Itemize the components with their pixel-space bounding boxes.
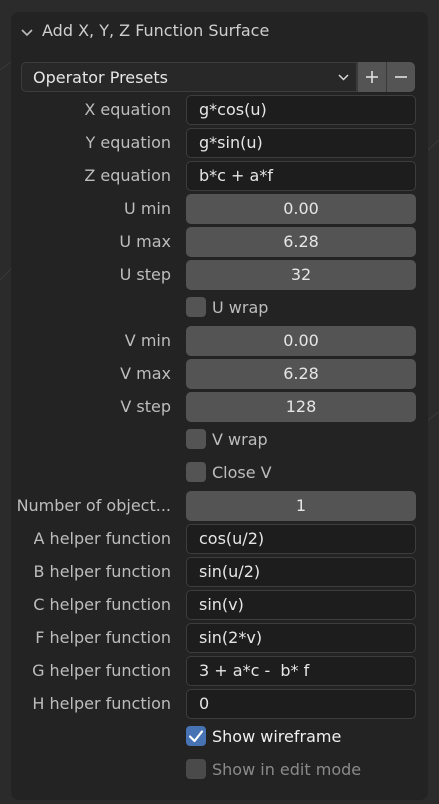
minus-icon <box>395 76 407 78</box>
g-helper-row: G helper function 3 + a*c - b* f <box>11 656 428 686</box>
redo-last-panel: Add X, Y, Z Function Surface Operator Pr… <box>11 12 428 800</box>
f-helper-input[interactable]: sin(2*v) <box>186 623 416 653</box>
v-max-label: V max <box>120 364 171 383</box>
v-step-field[interactable]: 128 <box>186 392 416 422</box>
v-step-label: V step <box>120 397 171 416</box>
remove-preset-button[interactable] <box>386 62 415 92</box>
v-min-field[interactable]: 0.00 <box>186 326 416 356</box>
v-min-label: V min <box>124 331 171 350</box>
u-step-label: U step <box>119 265 171 284</box>
b-helper-label: B helper function <box>33 562 171 581</box>
z-equation-label: Z equation <box>84 166 171 185</box>
operator-presets-label: Operator Presets <box>33 67 168 87</box>
u-min-label: U min <box>124 199 171 218</box>
u-max-field[interactable]: 6.28 <box>186 227 416 257</box>
g-helper-label: G helper function <box>32 661 171 680</box>
v-step-row: V step 128 <box>11 392 428 422</box>
add-preset-button[interactable] <box>357 62 386 92</box>
close-v-checkbox-row[interactable]: Close V <box>186 458 416 488</box>
operator-presets-row: Operator Presets <box>21 62 416 92</box>
c-helper-row: C helper function sin(v) <box>11 590 428 620</box>
y-equation-input[interactable]: g*sin(u) <box>186 128 416 158</box>
b-helper-input[interactable]: sin(u/2) <box>186 557 416 587</box>
show-wireframe-label: Show wireframe <box>212 727 342 746</box>
z-equation-input[interactable]: b*c + a*f <box>186 161 416 191</box>
v-max-row: V max 6.28 <box>11 359 428 389</box>
panel-title: Add X, Y, Z Function Surface <box>42 21 270 40</box>
plus-icon <box>366 71 378 83</box>
number-of-objects-field[interactable]: 1 <box>186 491 416 521</box>
h-helper-input[interactable]: 0 <box>186 689 416 719</box>
c-helper-input[interactable]: sin(v) <box>186 590 416 620</box>
b-helper-row: B helper function sin(u/2) <box>11 557 428 587</box>
a-helper-row: A helper function cos(u/2) <box>11 524 428 554</box>
v-wrap-checkbox[interactable] <box>186 429 206 449</box>
show-wireframe-checkbox[interactable] <box>186 726 206 746</box>
chevron-down-icon[interactable] <box>20 26 34 40</box>
v-wrap-checkbox-row[interactable]: V wrap <box>186 425 416 455</box>
show-wireframe-checkbox-row[interactable]: Show wireframe <box>186 722 416 752</box>
z-equation-row: Z equation b*c + a*f <box>11 161 428 191</box>
u-wrap-checkbox[interactable] <box>186 297 206 317</box>
h-helper-label: H helper function <box>32 694 171 713</box>
y-equation-row: Y equation g*sin(u) <box>11 128 428 158</box>
v-max-field[interactable]: 6.28 <box>186 359 416 389</box>
x-equation-label: X equation <box>84 100 171 119</box>
u-max-row: U max 6.28 <box>11 227 428 257</box>
checkmark-icon <box>188 730 204 743</box>
show-in-edit-mode-checkbox-row[interactable]: Show in edit mode <box>186 755 416 785</box>
c-helper-label: C helper function <box>33 595 171 614</box>
x-equation-row: X equation g*cos(u) <box>11 95 428 125</box>
y-equation-label: Y equation <box>85 133 171 152</box>
number-of-objects-label: Number of object... <box>16 496 171 515</box>
show-in-edit-mode-label: Show in edit mode <box>212 760 362 779</box>
u-min-field[interactable]: 0.00 <box>186 194 416 224</box>
close-v-checkbox[interactable] <box>186 462 206 482</box>
v-min-row: V min 0.00 <box>11 326 428 356</box>
u-step-field[interactable]: 32 <box>186 260 416 290</box>
close-v-label: Close V <box>212 463 272 482</box>
u-wrap-checkbox-row[interactable]: U wrap <box>186 293 416 323</box>
operator-presets-dropdown[interactable]: Operator Presets <box>21 62 357 92</box>
u-wrap-label: U wrap <box>212 298 269 317</box>
f-helper-label: F helper function <box>35 628 171 647</box>
g-helper-input[interactable]: 3 + a*c - b* f <box>186 656 416 686</box>
a-helper-input[interactable]: cos(u/2) <box>186 524 416 554</box>
u-max-label: U max <box>119 232 171 251</box>
u-min-row: U min 0.00 <box>11 194 428 224</box>
chevron-down-icon <box>338 74 349 81</box>
show-in-edit-mode-checkbox[interactable] <box>186 759 206 779</box>
x-equation-input[interactable]: g*cos(u) <box>186 95 416 125</box>
f-helper-row: F helper function sin(2*v) <box>11 623 428 653</box>
h-helper-row: H helper function 0 <box>11 689 428 719</box>
u-step-row: U step 32 <box>11 260 428 290</box>
number-of-objects-row: Number of object... 1 <box>11 491 428 521</box>
a-helper-label: A helper function <box>33 529 171 548</box>
v-wrap-label: V wrap <box>212 430 268 449</box>
panel-header[interactable]: Add X, Y, Z Function Surface <box>11 12 428 52</box>
